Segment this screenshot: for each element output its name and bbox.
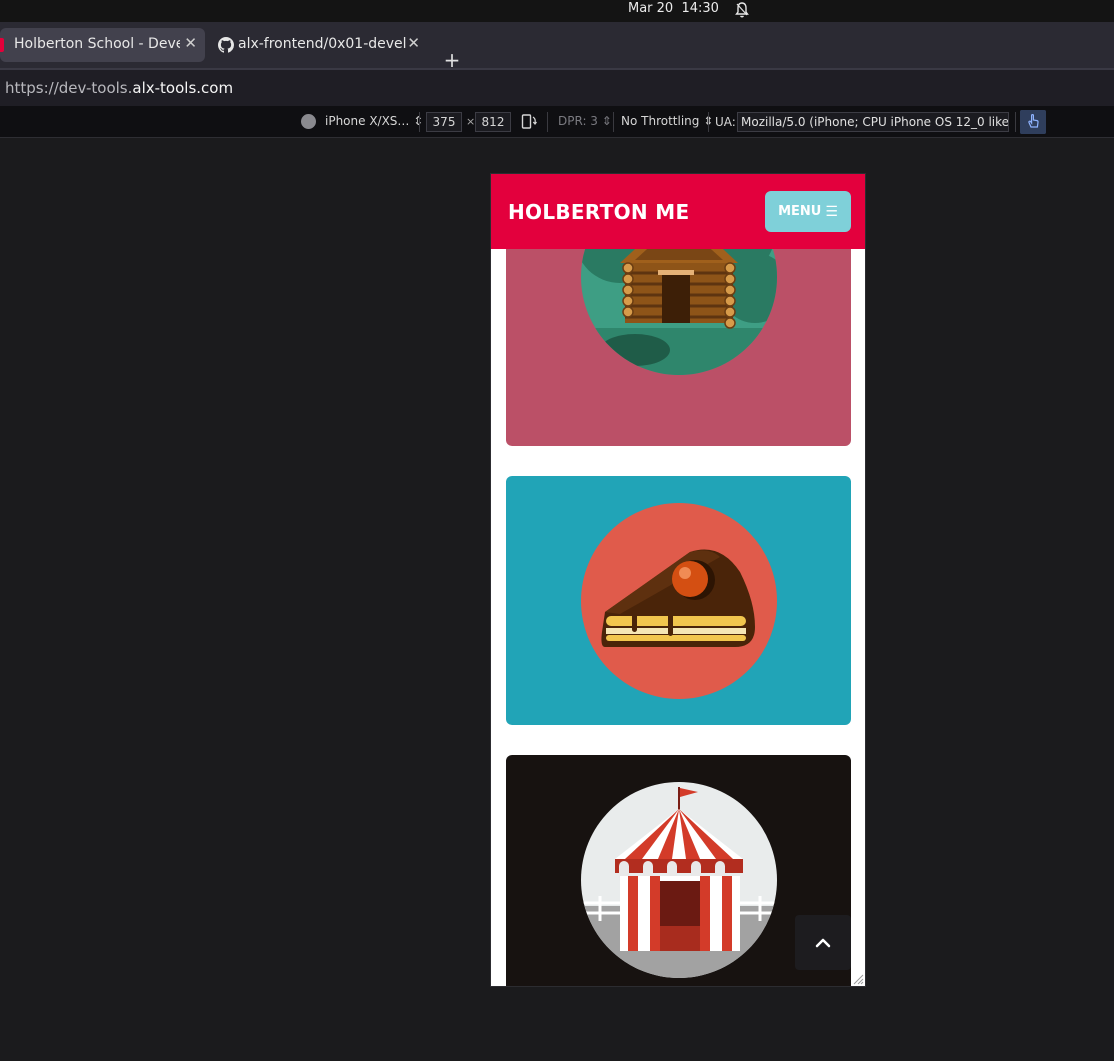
tab-title: alx-frontend/0x01-develop xyxy=(238,36,406,52)
tab-title: Holberton School - Develop xyxy=(14,36,180,52)
dpr-selector[interactable]: DPR: 3 ⇕ xyxy=(558,114,612,128)
cake-slice-icon xyxy=(581,503,777,699)
device-selector[interactable]: iPhone X/XS… ⇕ xyxy=(325,114,423,128)
chevron-up-icon xyxy=(815,938,831,947)
tab-holberton-school[interactable]: Holberton School - Develop ✕ xyxy=(0,28,205,62)
toolbar-divider xyxy=(419,112,420,132)
network-throttling-selector[interactable]: No Throttling ⇕ xyxy=(621,114,713,128)
user-agent-input[interactable]: Mozilla/5.0 (iPhone; CPU iPhone OS 12_0 … xyxy=(737,112,1009,132)
browser-tab-strip: Holberton School - Develop ✕ alx-fronten… xyxy=(0,22,1114,70)
user-agent-label: UA: xyxy=(715,115,736,129)
holberton-favicon-icon xyxy=(0,38,4,52)
toolbar-divider xyxy=(708,112,709,132)
touch-simulation-icon[interactable] xyxy=(1020,110,1046,134)
system-top-bar: Mar 20 14:30 xyxy=(0,0,1114,22)
toolbar-divider xyxy=(1015,112,1016,132)
system-clock[interactable]: Mar 20 14:30 xyxy=(628,1,719,16)
site-header: HOLBERTON ME MENU ☰ xyxy=(491,174,865,249)
device-viewport: HOLBERTON ME MENU ☰ xyxy=(490,173,866,987)
rotate-viewport-icon[interactable] xyxy=(521,113,537,130)
toolbar-divider xyxy=(547,112,548,132)
close-tab-icon[interactable]: ✕ xyxy=(407,34,420,52)
viewport-width-input[interactable]: 375 xyxy=(426,112,462,132)
circus-tent-icon xyxy=(581,782,777,978)
compass-icon xyxy=(301,114,316,129)
menu-label: MENU xyxy=(778,204,822,219)
responsive-design-toolbar: iPhone X/XS… ⇕ 375 × 812 DPR: 3 ⇕ No Thr… xyxy=(0,106,1114,138)
github-icon xyxy=(218,37,234,53)
tab-alx-frontend[interactable]: alx-frontend/0x01-develop ✕ xyxy=(210,28,428,62)
dimension-separator: × xyxy=(466,115,476,128)
new-tab-icon[interactable]: + xyxy=(442,50,462,70)
close-tab-icon[interactable]: ✕ xyxy=(184,34,197,52)
address-bar[interactable]: https://dev-tools.alx-tools.com xyxy=(0,68,1114,106)
resize-handle-icon[interactable] xyxy=(852,973,864,985)
notification-bell-icon[interactable] xyxy=(734,1,750,19)
toolbar-divider xyxy=(613,112,614,132)
hamburger-icon: ☰ xyxy=(825,203,838,220)
site-logo[interactable]: HOLBERTON ME xyxy=(508,200,689,224)
url-text[interactable]: https://dev-tools.alx-tools.com xyxy=(5,79,233,97)
viewport-height-input[interactable]: 812 xyxy=(475,112,511,132)
menu-button[interactable]: MENU ☰ xyxy=(765,191,851,232)
portfolio-card-cake[interactable] xyxy=(506,476,851,725)
back-to-top-button[interactable] xyxy=(795,915,851,970)
